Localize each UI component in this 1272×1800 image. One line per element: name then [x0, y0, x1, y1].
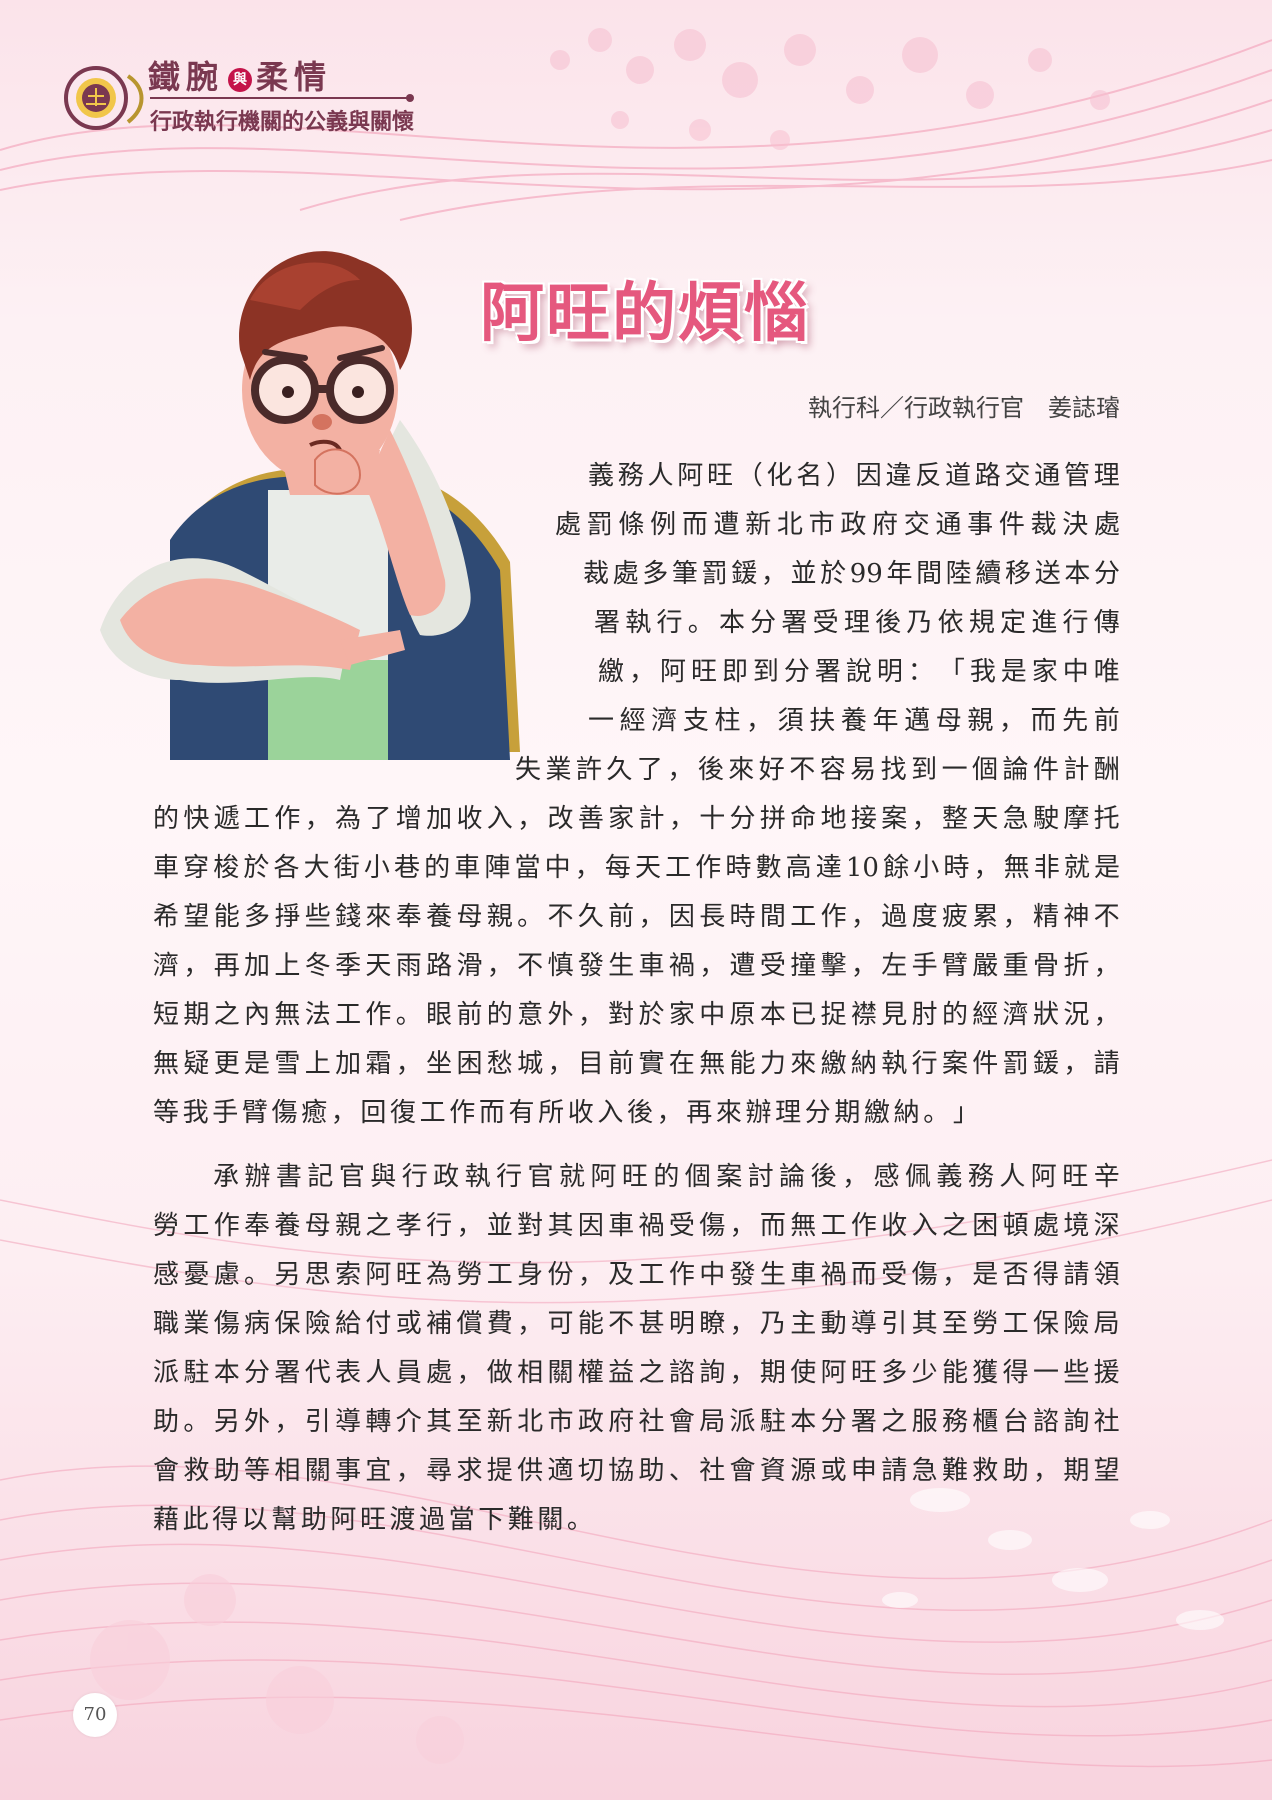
- body-line: 濟，再加上冬季天雨路滑，不慎發生車禍，遭受撞擊，左手臂嚴重骨折，: [153, 951, 1120, 981]
- series-title-mid-badge: 與: [228, 67, 253, 92]
- body-line: 無疑更是雪上加霜，坐困愁城，目前實在無能力來繳納執行案件罰鍰，請: [153, 1049, 1120, 1079]
- agency-logo: [64, 66, 144, 130]
- body-line: 裁處多筆罰鍰，並於 99 年間陸續移送本分: [583, 559, 1120, 589]
- body-line: 義務人阿旺（化名）因違反道路交通管理: [588, 461, 1120, 491]
- header-rule-dot: [406, 94, 414, 102]
- body-line: 署執行。本分署受理後乃依規定進行傳: [594, 608, 1120, 638]
- body-line: 繳，阿旺即到分署說明：「我是家中唯: [598, 657, 1120, 687]
- article-title: 阿旺的煩惱: [480, 277, 810, 351]
- series-title-left: 鐵腕: [148, 58, 225, 96]
- article-byline: 執行科／行政執行官 姜誌璿: [808, 394, 1120, 422]
- body-line: 短期之內無法工作。眼前的意外，對於家中原本已捉襟見肘的經濟狀況，: [153, 1000, 1120, 1030]
- body-line: 職業傷病保險給付或補償費，可能不甚明瞭，乃主動導引其至勞工保險局: [153, 1309, 1120, 1339]
- body-line: 勞工作奉養母親之孝行，並對其因車禍受傷，而無工作收入之困頓處境深: [153, 1211, 1120, 1241]
- body-line: 派駐本分署代表人員處，做相關權益之諮詢，期使阿旺多少能獲得一些援: [153, 1358, 1120, 1388]
- series-title-right: 柔情: [256, 58, 333, 96]
- header-rule: [150, 97, 410, 99]
- body-line: 失業許久了，後來好不容易找到一個論件計酬: [515, 755, 1120, 785]
- body-line: 處罰條例而遭新北市政府交通事件裁決處: [555, 510, 1120, 540]
- body-line: 一經濟支柱，須扶養年邁母親，而先前: [588, 706, 1120, 736]
- body-line: 希望能多掙些錢來奉養母親。不久前，因長時間工作，過度疲累，精神不: [153, 902, 1120, 932]
- document-page: 鐵腕與柔情 行政執行機關的公義與關懷 阿旺的煩惱 執行科／行政執行官 姜誌璿 義…: [0, 0, 1272, 1800]
- body-line: 助。另外，引導轉介其至新北市政府社會局派駐本分署之服務櫃台諮詢社: [153, 1407, 1120, 1437]
- body-line: 藉此得以幫助阿旺渡過當下難關。: [153, 1505, 593, 1535]
- series-title: 鐵腕與柔情: [148, 52, 332, 98]
- body-line: 車穿梭於各大街小巷的車陣當中，每天工作時數高達 10 餘小時，無非就是: [153, 853, 1120, 883]
- body-line: 等我手臂傷癒，回復工作而有所收入後，再來辦理分期繳納。」: [153, 1098, 979, 1128]
- body-line: 感憂慮。另思索阿旺為勞工身份，及工作中發生車禍而受傷，是否得請領: [153, 1260, 1120, 1290]
- body-line: 的快遞工作，為了增加收入，改善家計，十分拼命地接案，整天急駛摩托: [153, 804, 1120, 834]
- body-line: 會救助等相關事宜，尋求提供適切協助、社會資源或申請急難救助，期望: [153, 1456, 1120, 1486]
- series-subtitle: 行政執行機關的公義與關懷: [150, 109, 415, 135]
- page-number: 70: [73, 1693, 117, 1737]
- body-line: 承辦書記官與行政執行官就阿旺的個案討論後，感佩義務人阿旺辛: [213, 1162, 1120, 1192]
